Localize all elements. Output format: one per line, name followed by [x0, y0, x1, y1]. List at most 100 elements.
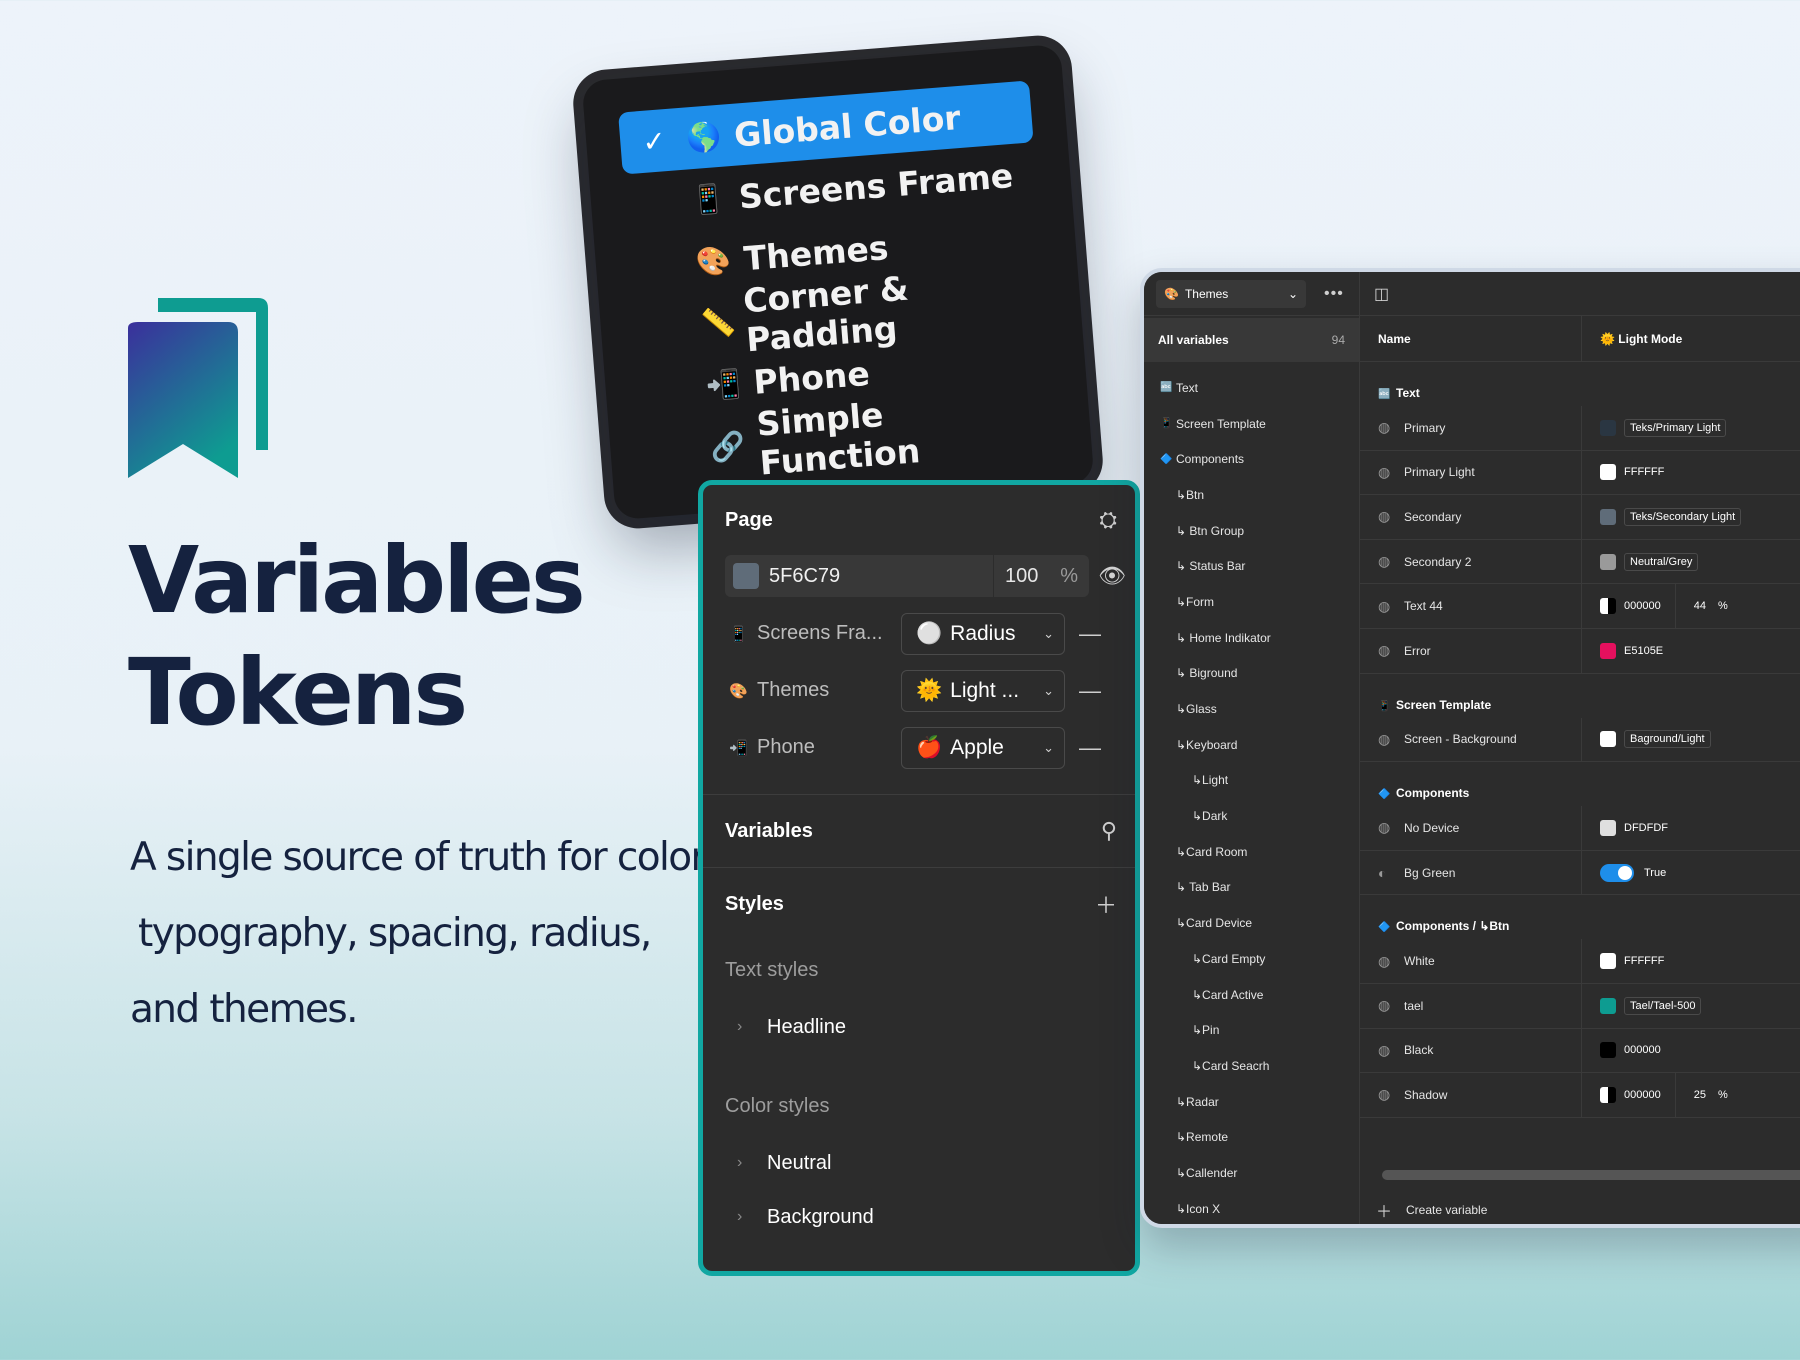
group-item[interactable]: ↳Card Empty — [1144, 941, 1359, 977]
variable-name-cell[interactable]: ◍ No Device — [1360, 806, 1582, 850]
group-item[interactable]: ↳Btn — [1144, 477, 1359, 513]
style-item-headline[interactable]: › Headline — [703, 1000, 1135, 1054]
variable-value-cell[interactable]: E5105E — [1582, 629, 1800, 673]
group-item[interactable]: ↳Card Active — [1144, 977, 1359, 1013]
variable-value-cell[interactable]: 000000 44% — [1582, 584, 1800, 628]
table-row[interactable]: ◍ Error E5105E — [1360, 628, 1800, 674]
color-swatch[interactable] — [1600, 642, 1616, 659]
group-item[interactable]: ↳ Biground — [1144, 656, 1359, 692]
fill-hex-value[interactable]: 5F6C79 — [769, 565, 993, 588]
variable-value-cell[interactable]: Baground/Light — [1582, 718, 1800, 762]
table-row[interactable]: ◍ Shadow 000000 25% — [1360, 1073, 1800, 1118]
boolean-toggle[interactable] — [1600, 863, 1634, 882]
variable-name-cell[interactable]: ◍ Screen - Background — [1360, 717, 1582, 762]
group-item[interactable]: 🔷 Components — [1144, 441, 1359, 477]
color-swatch[interactable] — [1600, 598, 1616, 615]
group-item[interactable]: ↳ Btn Group — [1144, 513, 1359, 549]
variable-value-cell[interactable]: Teks/Secondary Light — [1582, 495, 1800, 539]
variable-name-cell[interactable]: ◍ Text 44 — [1360, 584, 1582, 628]
variable-value-cell[interactable]: 000000 — [1582, 1029, 1800, 1073]
remove-mode-button[interactable]: — — [1065, 678, 1115, 704]
variable-value-cell[interactable]: True — [1582, 851, 1800, 895]
group-item[interactable]: 🔤 Text — [1144, 370, 1359, 406]
remove-mode-button[interactable]: — — [1065, 735, 1115, 761]
opacity-field[interactable]: 25% — [1674, 1073, 1728, 1117]
color-swatch[interactable] — [1600, 553, 1616, 570]
group-item[interactable]: ↳Keyboard — [1144, 727, 1359, 763]
table-row[interactable]: ◍ Secondary Teks/Secondary Light — [1360, 495, 1800, 540]
group-item[interactable]: ↳Remote — [1144, 1119, 1359, 1155]
group-item[interactable]: ↳Callender — [1144, 1155, 1359, 1191]
group-item[interactable]: ↳Card Room — [1144, 834, 1359, 870]
variable-name-cell[interactable]: ◍ White — [1360, 939, 1582, 983]
variable-modes-icon[interactable]: ⛭ — [1099, 507, 1117, 533]
group-item[interactable]: ↳Form — [1144, 584, 1359, 620]
variable-name-cell[interactable]: ◍ tael — [1360, 983, 1582, 1028]
style-item-neutral[interactable]: › Neutral — [703, 1136, 1135, 1190]
variable-value-cell[interactable]: Neutral/Grey — [1582, 540, 1800, 584]
all-variables-item[interactable]: All variables 94 — [1144, 318, 1359, 362]
variable-name-cell[interactable]: ◍ Secondary — [1360, 495, 1582, 539]
group-item[interactable]: ↳Glass — [1144, 691, 1359, 727]
group-item[interactable]: ↳Dark — [1144, 798, 1359, 834]
color-swatch[interactable] — [1600, 508, 1616, 525]
group-item[interactable]: ↳Radar — [1144, 1084, 1359, 1120]
style-item-background[interactable]: › Background — [703, 1190, 1135, 1244]
sidebar-toggle-icon[interactable]: ◫ — [1374, 284, 1389, 304]
fill-swatch[interactable] — [733, 563, 759, 589]
opacity-field[interactable]: 44% — [1674, 584, 1728, 628]
color-swatch[interactable] — [1600, 819, 1616, 836]
mode-select[interactable]: ⚪ Radius ⌄ — [901, 612, 1065, 655]
group-item[interactable]: ↳Card Device — [1144, 905, 1359, 941]
collection-select[interactable]: 🎨 Themes ⌄ — [1156, 279, 1306, 308]
page-fill-row[interactable]: 5F6C79 100 % — [725, 555, 1089, 597]
add-style-button[interactable]: ＋ — [1095, 888, 1117, 920]
color-swatch[interactable] — [1600, 464, 1616, 481]
variable-name-cell[interactable]: ◍ Secondary 2 — [1360, 539, 1582, 584]
mode-select[interactable]: 🍎 Apple ⌄ — [901, 726, 1065, 769]
variable-value-cell[interactable]: FFFFFF — [1582, 939, 1800, 983]
color-swatch[interactable] — [1600, 953, 1616, 970]
create-variable-button[interactable]: ＋ Create variable — [1376, 1198, 1487, 1222]
table-row[interactable]: ◐ Bg Green True — [1360, 850, 1800, 896]
variable-name-cell[interactable]: ◍ Primary — [1360, 406, 1582, 450]
table-row[interactable]: ◍ Screen - Background Baground/Light — [1360, 717, 1800, 763]
table-row[interactable]: ◍ White FFFFFF — [1360, 939, 1800, 984]
table-row[interactable]: ◍ Secondary 2 Neutral/Grey — [1360, 539, 1800, 585]
variable-value-cell[interactable]: DFDFDF — [1582, 806, 1800, 850]
group-item[interactable]: ↳Card Seacrh — [1144, 1048, 1359, 1084]
color-swatch[interactable] — [1600, 731, 1616, 748]
table-row[interactable]: ◍ No Device DFDFDF — [1360, 806, 1800, 851]
variable-value-cell[interactable]: Teks/Primary Light — [1582, 406, 1800, 450]
color-swatch[interactable] — [1600, 997, 1616, 1014]
group-item[interactable]: ↳ Home Indikator — [1144, 620, 1359, 656]
table-row[interactable]: ◍ Primary Light FFFFFF — [1360, 450, 1800, 496]
group-item[interactable]: ↳ Status Bar — [1144, 548, 1359, 584]
group-item[interactable]: ↳Icon X — [1144, 1191, 1359, 1224]
group-item[interactable]: ↳Pin — [1144, 1012, 1359, 1048]
variable-name-cell[interactable]: ◍ Shadow — [1360, 1073, 1582, 1117]
adjust-variables-icon[interactable]: ⚲ — [1101, 818, 1117, 844]
variable-name-cell[interactable]: ◍ Primary Light — [1360, 450, 1582, 495]
remove-mode-button[interactable]: — — [1065, 621, 1115, 647]
column-light-mode[interactable]: 🌞 Light Mode — [1582, 332, 1682, 346]
table-row[interactable]: ◍ Black 000000 — [1360, 1028, 1800, 1074]
color-swatch[interactable] — [1600, 419, 1616, 436]
table-row[interactable]: ◍ Primary Teks/Primary Light — [1360, 406, 1800, 451]
variable-name-cell[interactable]: ◍ Error — [1360, 628, 1582, 673]
horizontal-scrollbar[interactable] — [1382, 1170, 1800, 1180]
variable-name-cell[interactable]: ◐ Bg Green — [1360, 850, 1582, 895]
table-row[interactable]: ◍ tael Tael/Tael-500 — [1360, 983, 1800, 1029]
color-swatch[interactable] — [1600, 1086, 1616, 1103]
variable-value-cell[interactable]: FFFFFF — [1582, 451, 1800, 495]
group-item[interactable]: 📱 Screen Template — [1144, 406, 1359, 442]
eye-icon[interactable]: 👁 — [1089, 563, 1135, 589]
group-item[interactable]: ↳Light — [1144, 763, 1359, 799]
mode-select[interactable]: 🌞 Light ... ⌄ — [901, 669, 1065, 712]
table-row[interactable]: ◍ Text 44 000000 44% — [1360, 584, 1800, 629]
variable-name-cell[interactable]: ◍ Black — [1360, 1028, 1582, 1073]
fill-opacity[interactable]: 100 % — [993, 555, 1089, 597]
variable-value-cell[interactable]: Tael/Tael-500 — [1582, 984, 1800, 1028]
color-swatch[interactable] — [1600, 1042, 1616, 1059]
variable-value-cell[interactable]: 000000 25% — [1582, 1073, 1800, 1117]
